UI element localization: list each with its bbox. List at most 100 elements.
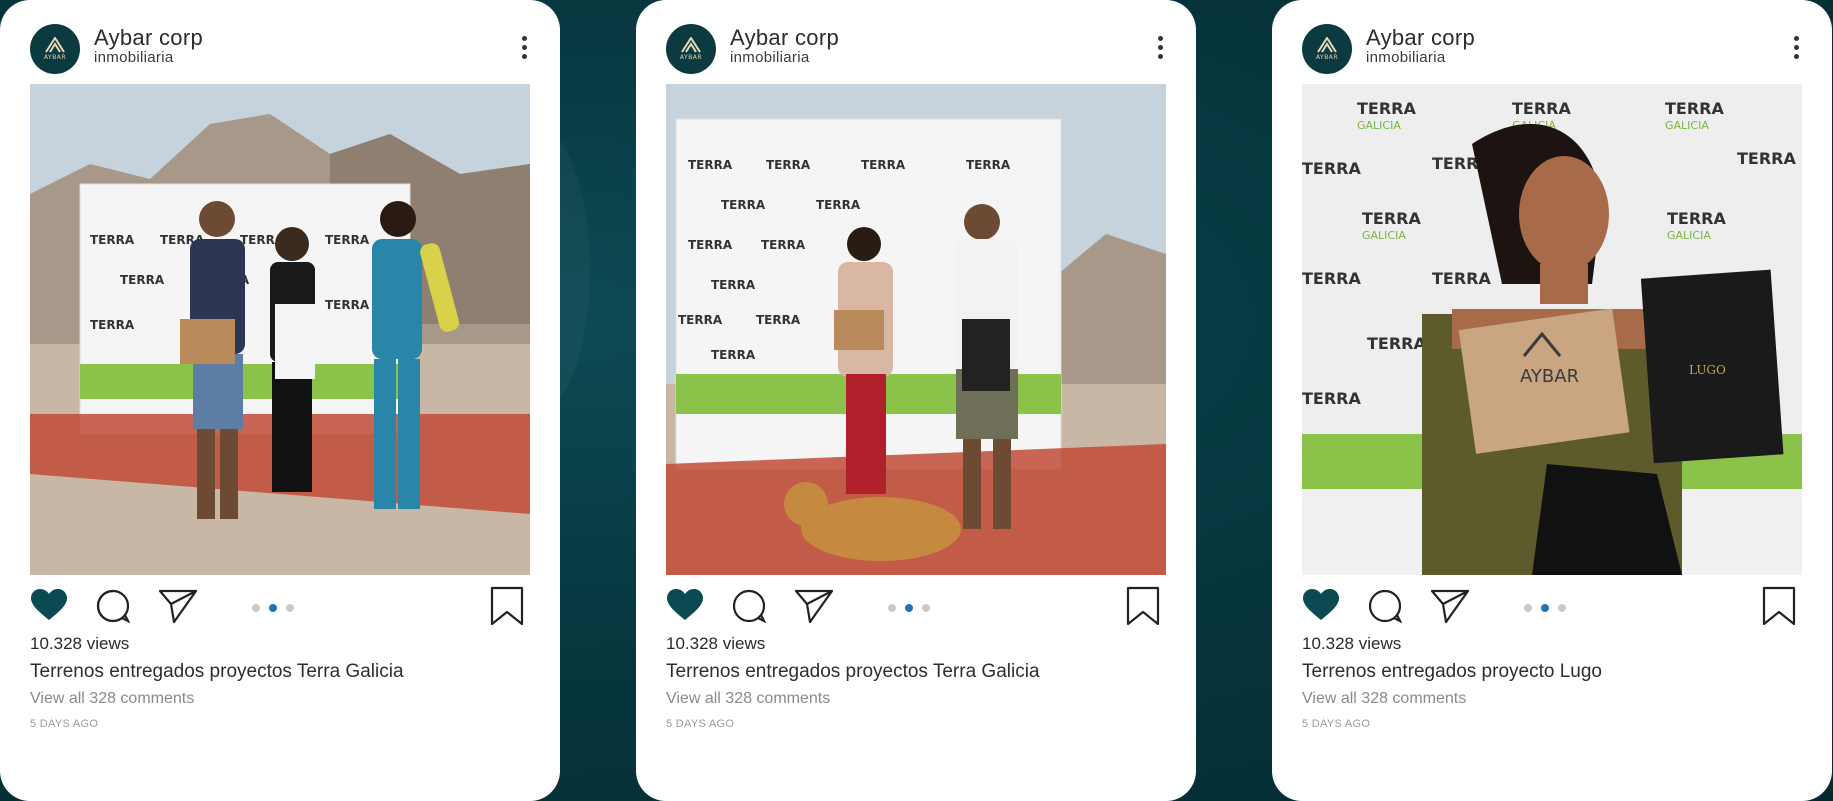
account-name[interactable]: Aybar corp xyxy=(730,25,839,51)
product-box: AYBAR xyxy=(1458,308,1630,454)
banner-logo-subtext: GALICIA xyxy=(1357,119,1401,132)
view-comments-link[interactable]: View all 328 comments xyxy=(30,690,194,708)
banner-logo-text: TERRA xyxy=(966,158,1011,172)
view-count: 10.328 views xyxy=(30,634,130,653)
carousel-indicator xyxy=(888,604,930,612)
banner-logo-text: TERRA xyxy=(120,273,165,287)
carousel-dot xyxy=(922,604,930,612)
post-header: AYBAR Aybar corp inmobiliaria xyxy=(1302,24,1802,74)
folder-brand-text: LUGO xyxy=(1689,363,1726,377)
post-header: AYBAR Aybar corp inmobiliaria xyxy=(30,24,530,74)
banner-logo-text: TERRA xyxy=(688,158,733,172)
post-photo[interactable]: TERRA TERRA TERRA TERRA TERRA TERRA TERR… xyxy=(1302,84,1802,575)
banner-logo-text: TERRA xyxy=(1357,99,1416,118)
account-subtitle: inmobiliaria xyxy=(1366,49,1446,66)
carousel-dot-active xyxy=(905,604,913,612)
carousel-dot xyxy=(252,604,260,612)
send-icon[interactable] xyxy=(1430,588,1470,624)
banner-logo-text: TERRA xyxy=(688,238,733,252)
post-actions xyxy=(30,586,530,630)
comment-icon[interactable] xyxy=(732,589,766,623)
avatar[interactable]: AYBAR xyxy=(666,24,716,74)
carousel-indicator xyxy=(1524,604,1566,612)
banner-logo-text: TERRA xyxy=(1302,269,1361,288)
aybar-logo-icon xyxy=(1317,37,1337,53)
banner-logo-text: TERRA xyxy=(325,298,370,312)
account-subtitle: inmobiliaria xyxy=(94,49,174,66)
carousel-indicator xyxy=(252,604,294,612)
carousel-dot xyxy=(1558,604,1566,612)
banner-logo-text: TERRA xyxy=(1512,99,1571,118)
view-comments-link[interactable]: View all 328 comments xyxy=(666,690,830,708)
banner-logo-subtext: GALICIA xyxy=(1667,229,1711,242)
more-vertical-icon[interactable] xyxy=(518,36,530,64)
post-card: AYBAR Aybar corp inmobiliaria TERRA TERR… xyxy=(1272,0,1832,801)
heart-icon[interactable] xyxy=(1302,588,1340,622)
banner-logo-text: TERRA xyxy=(816,198,861,212)
avatar[interactable]: AYBAR xyxy=(1302,24,1352,74)
banner-logo-text: TERRA xyxy=(761,238,806,252)
post-timestamp: 5 DAYS AGO xyxy=(666,718,735,730)
avatar-label: AYBAR xyxy=(679,54,703,61)
post-card: AYBAR Aybar corp inmobiliaria TERRA TERR… xyxy=(0,0,560,801)
comment-icon[interactable] xyxy=(1368,589,1402,623)
box-brand-text: AYBAR xyxy=(1520,366,1579,387)
post-photo[interactable]: TERRA TERRA TERRA TERRA TERRA TERRA TERR… xyxy=(30,84,530,575)
folder: LUGO xyxy=(1640,269,1784,464)
banner-logo-text: TERRA xyxy=(711,278,756,292)
carousel-dot-active xyxy=(1541,604,1549,612)
banner-logo-text: TERRA xyxy=(711,348,756,362)
bookmark-icon[interactable] xyxy=(1126,586,1160,626)
post-caption: Terrenos entregados proyectos Terra Gali… xyxy=(30,661,404,682)
post-card: AYBAR Aybar corp inmobiliaria TERRA TERR… xyxy=(636,0,1196,801)
banner-logo-text: TERRA xyxy=(90,233,135,247)
post-caption: Terrenos entregados proyecto Lugo xyxy=(1302,661,1602,682)
banner-logo-text: TERRA xyxy=(1665,99,1724,118)
view-count: 10.328 views xyxy=(1302,634,1402,653)
comment-icon[interactable] xyxy=(96,589,130,623)
banner-logo-text: TERRA xyxy=(1362,209,1421,228)
banner-logo-text: TERRA xyxy=(721,198,766,212)
bookmark-icon[interactable] xyxy=(1762,586,1796,626)
aybar-logo-icon xyxy=(681,37,701,53)
post-actions xyxy=(1302,586,1802,630)
banner-logo-text: TERRA xyxy=(1367,334,1426,353)
send-icon[interactable] xyxy=(158,588,198,624)
banner-logo-text: TERRA xyxy=(325,233,370,247)
banner-logo-subtext: GALICIA xyxy=(1362,229,1406,242)
view-count: 10.328 views xyxy=(666,634,766,653)
more-vertical-icon[interactable] xyxy=(1154,36,1166,64)
aybar-logo-icon xyxy=(45,37,65,53)
post-header: AYBAR Aybar corp inmobiliaria xyxy=(666,24,1166,74)
carousel-dot xyxy=(286,604,294,612)
account-name[interactable]: Aybar corp xyxy=(94,25,203,51)
post-photo[interactable]: TERRA TERRA TERRA TERRA TERRA TERRA TERR… xyxy=(666,84,1166,575)
banner-logo-text: TERRA xyxy=(678,313,723,327)
account-subtitle: inmobiliaria xyxy=(730,49,810,66)
banner-logo-text: TERRA xyxy=(1737,149,1796,168)
post-actions xyxy=(666,586,1166,630)
banner-logo-text: TERRA xyxy=(1302,159,1361,178)
heart-icon[interactable] xyxy=(30,588,68,622)
post-timestamp: 5 DAYS AGO xyxy=(30,718,99,730)
banner-logo-text: TERRA xyxy=(1432,269,1491,288)
heart-icon[interactable] xyxy=(666,588,704,622)
send-icon[interactable] xyxy=(794,588,834,624)
banner-logo-text: TERRA xyxy=(861,158,906,172)
banner-logo-text: TERRA xyxy=(1667,209,1726,228)
more-vertical-icon[interactable] xyxy=(1790,36,1802,64)
view-comments-link[interactable]: View all 328 comments xyxy=(1302,690,1466,708)
carousel-dot xyxy=(888,604,896,612)
carousel-dot-active xyxy=(269,604,277,612)
banner-logo-text: TERRA xyxy=(766,158,811,172)
banner-logo-text: TERRA xyxy=(756,313,801,327)
post-timestamp: 5 DAYS AGO xyxy=(1302,718,1371,730)
account-name[interactable]: Aybar corp xyxy=(1366,25,1475,51)
carousel-dot xyxy=(1524,604,1532,612)
bookmark-icon[interactable] xyxy=(490,586,524,626)
post-caption: Terrenos entregados proyectos Terra Gali… xyxy=(666,661,1040,682)
banner-logo-text: TERRA xyxy=(90,318,135,332)
avatar-label: AYBAR xyxy=(43,54,67,61)
avatar[interactable]: AYBAR xyxy=(30,24,80,74)
banner-logo-text: TERRA xyxy=(1302,389,1361,408)
